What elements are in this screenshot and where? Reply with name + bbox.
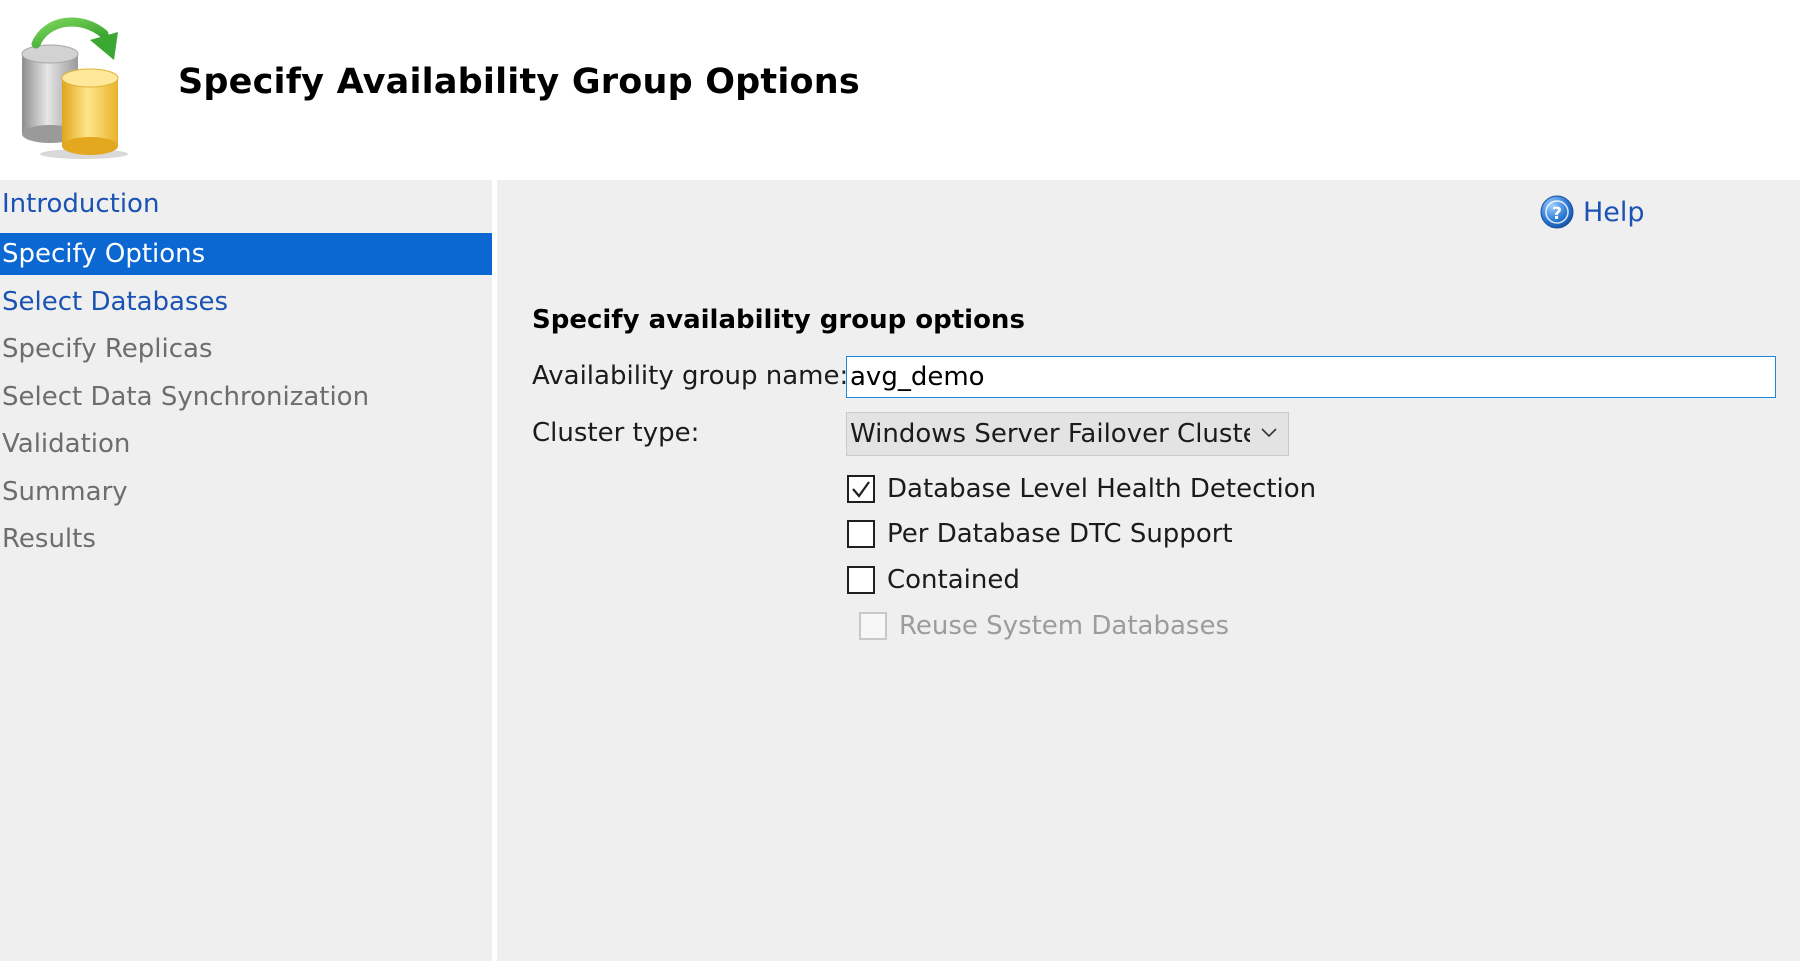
wizard-header: Specify Availability Group Options xyxy=(0,0,1800,180)
sidebar-item-specify-replicas: Specify Replicas xyxy=(2,334,213,364)
checkbox-label: Database Level Health Detection xyxy=(887,474,1317,504)
checkbox-label: Per Database DTC Support xyxy=(887,519,1233,549)
checkmark-icon xyxy=(852,481,870,498)
cluster-type-select[interactable]: Windows Server Failover Cluster xyxy=(846,412,1289,456)
cluster-type-value: Windows Server Failover Cluster xyxy=(850,419,1250,449)
sidebar-item-select-data-synchronization: Select Data Synchronization xyxy=(2,382,370,412)
cluster-type-label: Cluster type: xyxy=(532,418,700,448)
checkbox-reuse-system-databases: Reuse System Databases xyxy=(859,609,1229,643)
checkbox-label: Contained xyxy=(887,565,1020,595)
checkbox-box[interactable] xyxy=(847,475,875,503)
svg-text:?: ? xyxy=(1552,204,1562,224)
sidebar-item-summary: Summary xyxy=(2,477,128,507)
checkbox-box xyxy=(859,612,887,640)
wizard-steps-sidebar: Introduction Specify Options Select Data… xyxy=(0,180,492,961)
availability-group-name-label: Availability group name: xyxy=(532,361,849,391)
sidebar-item-introduction[interactable]: Introduction xyxy=(0,183,492,225)
sidebar-item-results: Results xyxy=(2,524,96,554)
options-panel: ? Help Specify availability group option… xyxy=(497,180,1800,961)
help-label: Help xyxy=(1583,196,1645,228)
wizard-window: Specify Availability Group Options Intro… xyxy=(0,0,1800,961)
checkbox-box[interactable] xyxy=(847,566,875,594)
checkbox-database-level-health-detection[interactable]: Database Level Health Detection xyxy=(847,472,1316,506)
checkbox-per-database-dtc-support[interactable]: Per Database DTC Support xyxy=(847,517,1233,551)
section-heading: Specify availability group options xyxy=(532,305,1025,335)
page-title: Specify Availability Group Options xyxy=(178,62,860,102)
sidebar-item-specify-options[interactable]: Specify Options xyxy=(0,233,492,275)
database-sync-icon xyxy=(21,17,128,159)
chevron-down-icon xyxy=(1261,428,1277,438)
checkbox-box[interactable] xyxy=(847,520,875,548)
checkbox-label: Reuse System Databases xyxy=(899,611,1230,641)
help-link[interactable]: ? Help xyxy=(1539,192,1645,232)
checkbox-contained[interactable]: Contained xyxy=(847,563,1020,597)
sidebar-item-validation: Validation xyxy=(2,429,131,459)
help-icon: ? xyxy=(1540,195,1574,229)
availability-group-name-input[interactable] xyxy=(846,356,1776,398)
sidebar-item-select-databases[interactable]: Select Databases xyxy=(0,281,492,323)
